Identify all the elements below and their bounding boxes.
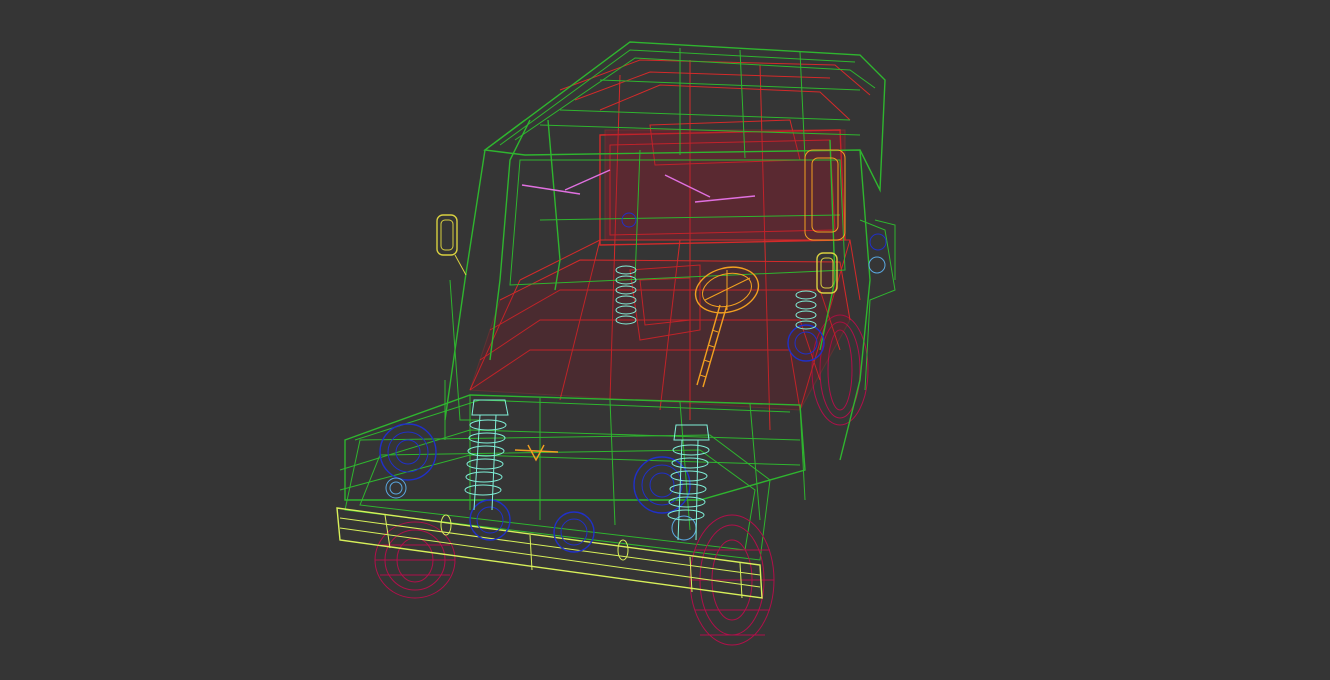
3d-viewport[interactable] [0,0,1330,680]
side-mirror-left [436,214,467,276]
wireframe-scene [336,41,896,646]
interior-frame [469,59,871,431]
